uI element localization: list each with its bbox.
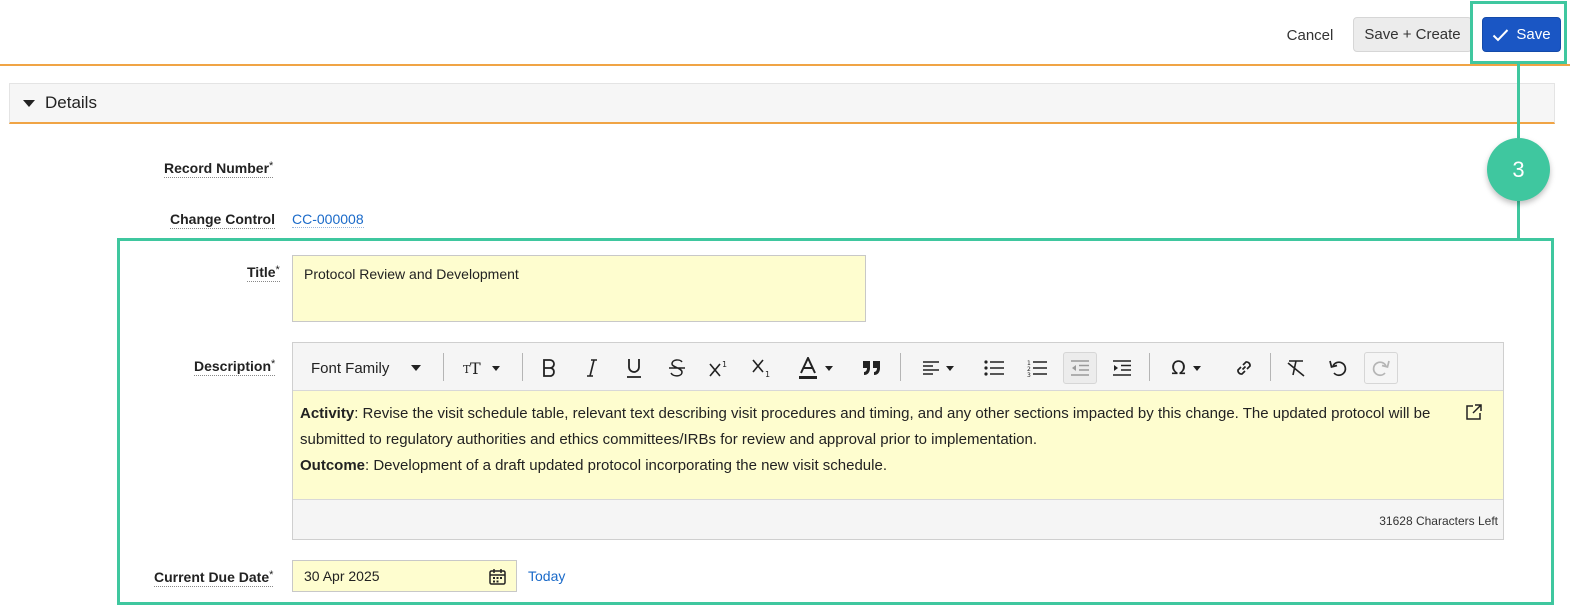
record-number-label: Record Number* xyxy=(164,160,274,178)
details-section-header[interactable]: Details xyxy=(9,83,1555,124)
form-highlight-box xyxy=(117,238,1554,605)
connector-line xyxy=(1517,201,1520,238)
action-bar: Cancel Save + Create Save xyxy=(0,0,1570,66)
connector-line xyxy=(1517,64,1520,138)
caret-down-icon xyxy=(23,99,35,107)
required-mark: * xyxy=(269,160,274,172)
save-create-button[interactable]: Save + Create xyxy=(1353,17,1472,52)
section-title: Details xyxy=(45,93,97,112)
cancel-button[interactable]: Cancel xyxy=(1277,18,1343,52)
change-control-label-text: Change Control xyxy=(170,211,275,227)
save-highlight-box xyxy=(1470,1,1567,64)
step-number-badge: 3 xyxy=(1487,138,1550,201)
change-control-link[interactable]: CC-000008 xyxy=(292,211,364,228)
change-control-label: Change Control xyxy=(170,211,275,229)
record-number-label-text: Record Number xyxy=(164,160,270,176)
